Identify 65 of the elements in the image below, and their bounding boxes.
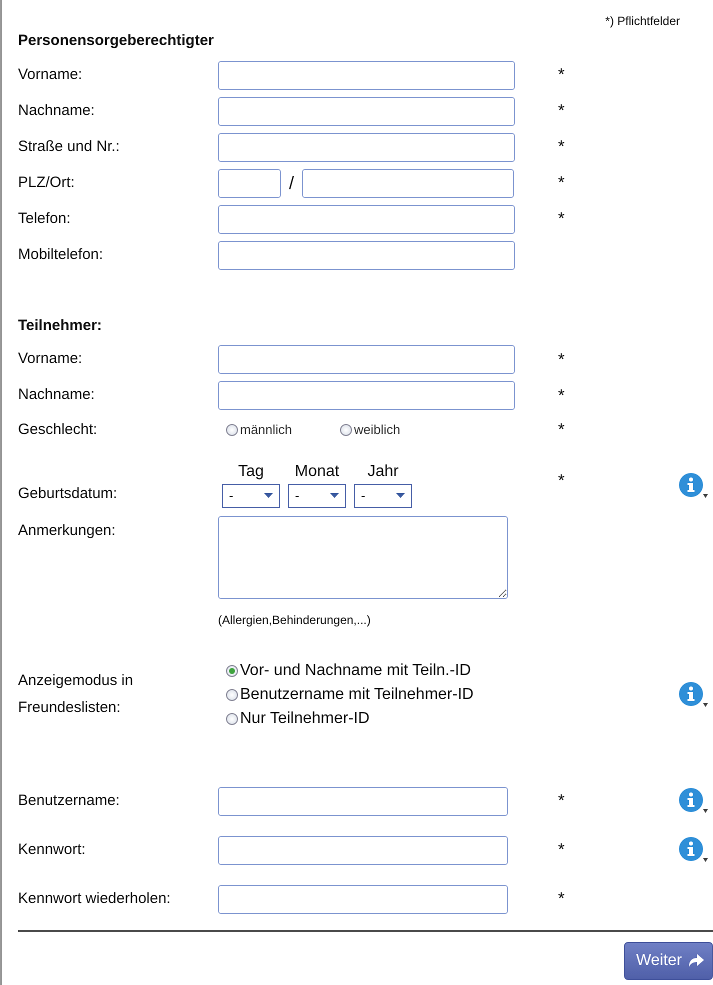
required-asterisk: * bbox=[558, 791, 565, 810]
field-label: Geburtsdatum: bbox=[18, 484, 118, 504]
field-hint: (Allergien,Behinderungen,...) bbox=[218, 612, 372, 628]
field-label: Mobiltelefon: bbox=[18, 244, 104, 265]
radio-option[interactable]: Benutzername mit Teilnehmer-ID bbox=[226, 682, 558, 706]
caret-icon bbox=[330, 493, 339, 498]
radio-option[interactable]: weiblich bbox=[340, 420, 400, 440]
caret-icon bbox=[264, 493, 273, 498]
next-button[interactable]: Weiter bbox=[624, 942, 713, 980]
field-label: Nachname: bbox=[18, 385, 96, 406]
date-part-heading: Tag bbox=[237, 462, 265, 482]
required-asterisk: * bbox=[558, 470, 565, 490]
input-field[interactable] bbox=[218, 204, 515, 234]
input-field[interactable] bbox=[218, 240, 515, 270]
date-part-heading: Jahr bbox=[366, 462, 400, 482]
caret-icon bbox=[396, 493, 405, 498]
date-select[interactable]: - bbox=[354, 484, 412, 508]
password-field[interactable] bbox=[218, 836, 508, 864]
field-label: Anzeigemodus in Freundeslisten: bbox=[18, 671, 134, 718]
required-asterisk: * bbox=[558, 101, 565, 120]
field-label: Kennwort wiederholen: bbox=[18, 888, 172, 909]
required-asterisk: * bbox=[558, 137, 565, 156]
postcode-field[interactable] bbox=[218, 168, 281, 198]
field-label: Vorname: bbox=[18, 349, 84, 370]
required-asterisk: * bbox=[558, 209, 565, 228]
section-heading: Teilnehmer: bbox=[18, 316, 103, 336]
radio-option[interactable]: Vor- und Nachname mit Teiln.-ID bbox=[226, 658, 558, 682]
section-heading: Personensorgeberechtigter bbox=[18, 31, 215, 51]
radio-option[interactable]: männlich bbox=[226, 420, 292, 440]
field-label: PLZ/Ort: bbox=[18, 172, 76, 193]
input-field[interactable] bbox=[218, 60, 515, 90]
info-icon[interactable] bbox=[678, 472, 708, 500]
radio-option[interactable]: Nur Teilnehmer-ID bbox=[226, 706, 558, 730]
required-asterisk: * bbox=[558, 173, 565, 192]
field-label: Benutzername: bbox=[18, 790, 121, 811]
input-field[interactable] bbox=[218, 345, 515, 374]
field-label: Anmerkungen: bbox=[18, 520, 117, 540]
field-label: Telefon: bbox=[18, 208, 72, 229]
input-field[interactable] bbox=[218, 96, 515, 126]
notes-field[interactable] bbox=[218, 516, 508, 598]
date-select[interactable]: - bbox=[222, 484, 280, 508]
password-field[interactable] bbox=[218, 884, 508, 914]
required-asterisk: * bbox=[558, 350, 565, 369]
required-asterisk: * bbox=[558, 889, 565, 908]
arrow-icon bbox=[688, 954, 704, 967]
input-field[interactable] bbox=[218, 786, 508, 816]
info-icon[interactable] bbox=[678, 680, 708, 708]
info-icon[interactable] bbox=[678, 836, 708, 864]
field-label: Straße und Nr.: bbox=[18, 136, 121, 157]
input-field[interactable] bbox=[218, 132, 515, 162]
required-note: *) Pflichtfelder bbox=[604, 13, 681, 30]
city-field[interactable] bbox=[302, 168, 514, 198]
required-asterisk: * bbox=[558, 840, 565, 860]
input-field[interactable] bbox=[218, 381, 515, 410]
date-select[interactable]: - bbox=[288, 484, 346, 508]
info-icon[interactable] bbox=[678, 787, 708, 815]
field-label: Kennwort: bbox=[18, 840, 87, 860]
required-asterisk: * bbox=[558, 65, 565, 84]
field-label: Vorname: bbox=[18, 64, 84, 85]
field-label: Nachname: bbox=[18, 100, 96, 121]
date-part-heading: Monat bbox=[294, 462, 340, 482]
required-asterisk: * bbox=[558, 386, 565, 405]
separator: / bbox=[289, 172, 294, 194]
required-asterisk: * bbox=[558, 420, 565, 439]
field-label: Geschlecht: bbox=[18, 420, 98, 440]
